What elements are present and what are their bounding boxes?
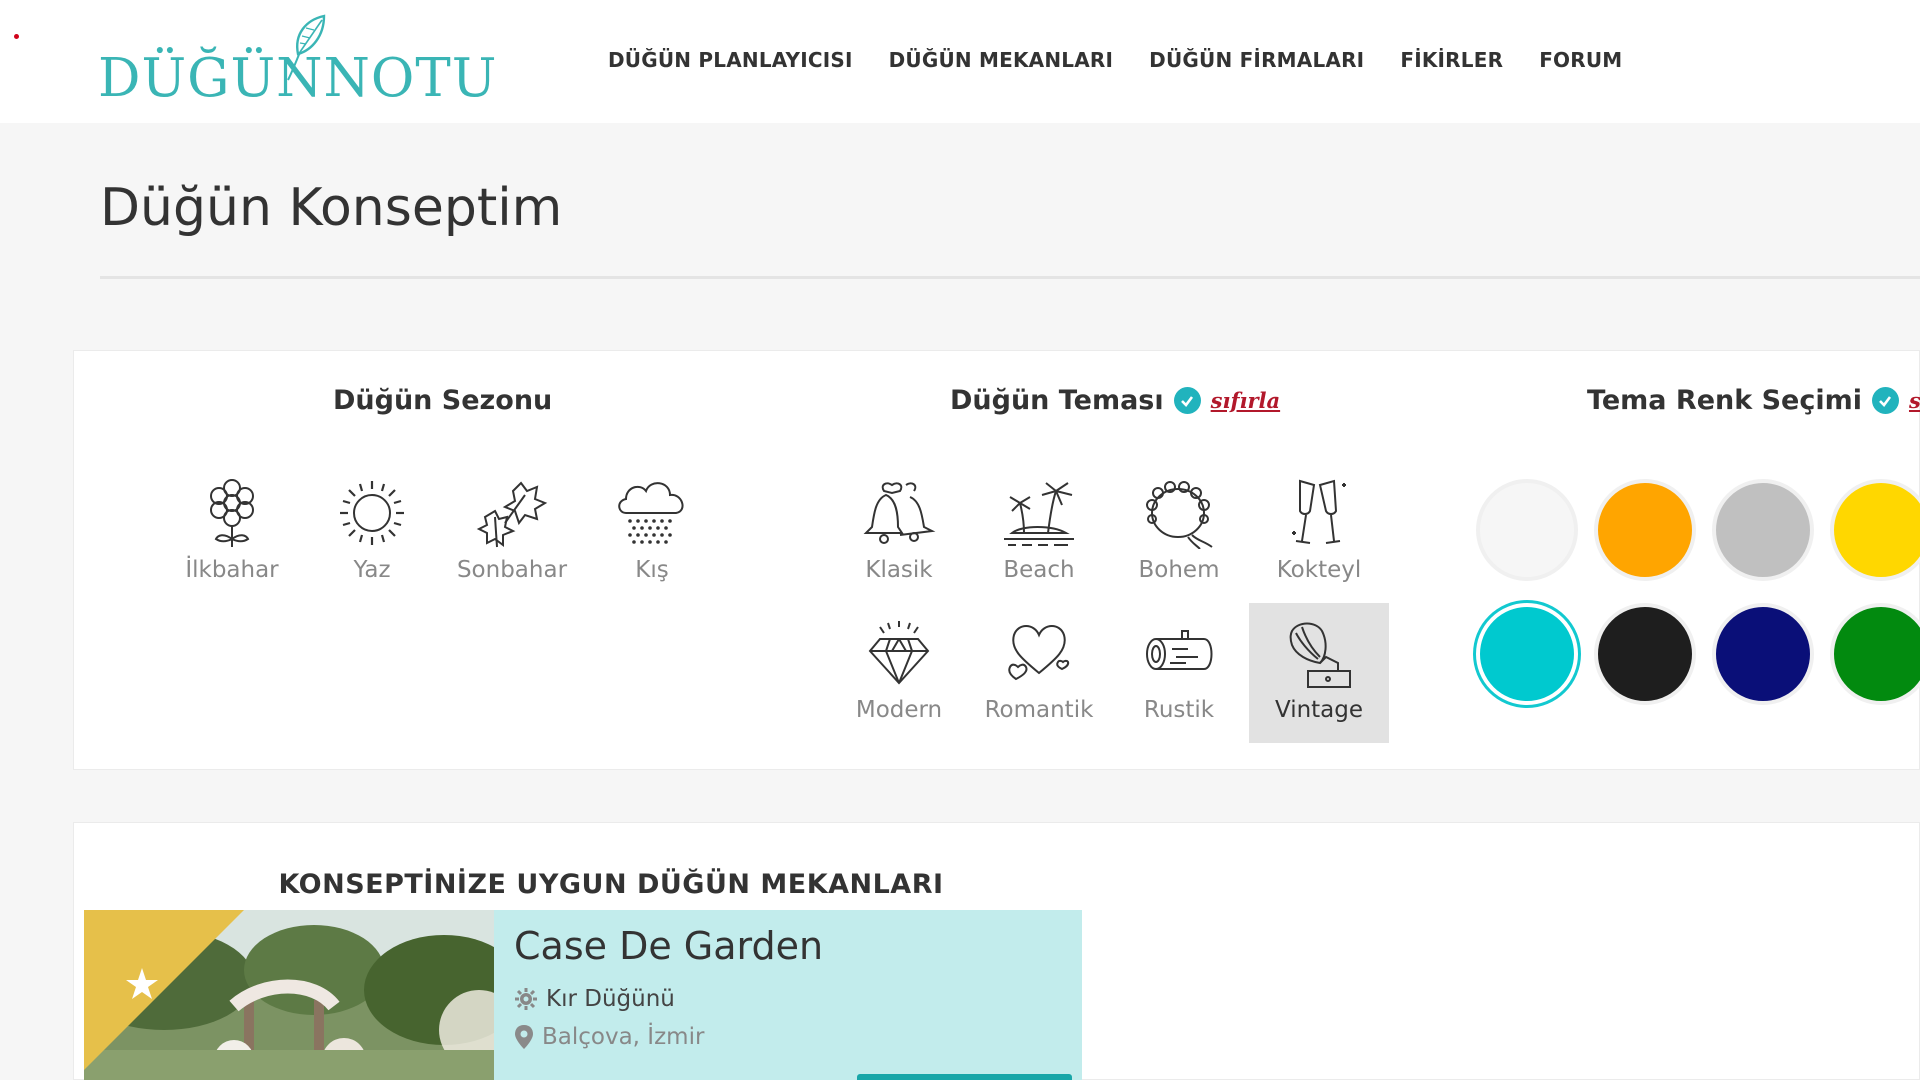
color-swatch-yellow[interactable]: [1830, 479, 1920, 581]
bells-icon: [863, 482, 936, 544]
theme-option-rustik[interactable]: Rustik: [1109, 609, 1249, 749]
season-title: Düğün Sezonu: [333, 385, 553, 416]
palm-island-icon: [1004, 482, 1074, 546]
gear-icon: [515, 988, 537, 1010]
flower-crown-icon: [1146, 481, 1213, 549]
season-label-summer: Yaz: [353, 557, 391, 583]
venue-location: Balçova, İzmir: [542, 1024, 705, 1050]
top-header: DÜĞÜNNOTU DÜĞÜN PLANLAYICISI DÜĞÜN MEKAN…: [0, 0, 1920, 123]
nav-wedding-vendors[interactable]: DÜĞÜN FİRMALARI: [1149, 48, 1364, 72]
flower-icon: [210, 479, 254, 547]
diamond-icon: [868, 621, 930, 685]
theme-label-kokteyl: Kokteyl: [1276, 557, 1362, 583]
logo-part-1: DÜĞÜN: [98, 48, 324, 109]
main-nav: DÜĞÜN PLANLAYICISI DÜĞÜN MEKANLARI DÜĞÜN…: [608, 48, 1658, 72]
check-icon: [1173, 387, 1201, 414]
theme-label-rustik: Rustik: [1143, 697, 1215, 723]
season-label-autumn: Sonbahar: [456, 557, 568, 583]
season-option-winter[interactable]: Kış: [582, 469, 722, 609]
indicator-dot: [14, 34, 19, 39]
snow-cloud-icon: [618, 482, 684, 544]
theme-option-modern[interactable]: Modern: [829, 609, 969, 749]
theme-label-beach: Beach: [1003, 557, 1075, 583]
page-title: Düğün Konseptim: [100, 178, 563, 238]
nav-wedding-venues[interactable]: DÜĞÜN MEKANLARI: [889, 48, 1114, 72]
color-swatch-orange[interactable]: [1594, 479, 1696, 581]
color-swatch-navy[interactable]: [1712, 603, 1814, 705]
venue-card[interactable]: Case De Garden Kır Düğünü Balçova, İzmir: [84, 910, 1082, 1080]
theme-option-klasik[interactable]: Klasik: [829, 469, 969, 609]
theme-option-vintage[interactable]: Vintage: [1249, 603, 1389, 743]
theme-option-kokteyl[interactable]: Kokteyl: [1249, 469, 1389, 609]
title-divider: [100, 276, 1920, 279]
gramophone-icon: [1289, 622, 1351, 688]
theme-reset-link[interactable]: sıfırla: [1211, 388, 1280, 413]
theme-option-beach[interactable]: Beach: [969, 469, 1109, 609]
venue-action-button[interactable]: [857, 1074, 1072, 1080]
theme-option-bohem[interactable]: Bohem: [1109, 469, 1249, 609]
color-swatch-black[interactable]: [1594, 603, 1696, 705]
venue-garden-image: [84, 910, 494, 1080]
color-swatch-green[interactable]: [1830, 603, 1920, 705]
sun-icon: [340, 481, 404, 545]
check-icon: [1871, 387, 1899, 414]
season-label-spring: İlkbahar: [185, 557, 279, 583]
log-icon: [1146, 630, 1213, 670]
color-reset-link[interactable]: s: [1909, 388, 1920, 413]
color-title: Tema Renk Seçimi: [1587, 385, 1862, 416]
color-swatch-turquoise[interactable]: [1476, 603, 1578, 705]
season-option-summer[interactable]: Yaz: [302, 469, 442, 609]
color-section-title: Tema Renk Seçimi s: [1587, 385, 1920, 416]
theme-label-modern: Modern: [855, 697, 943, 723]
logo-wordmark: DÜĞÜNNOTU: [98, 52, 497, 105]
theme-section-title: Düğün Teması sıfırla: [950, 385, 1280, 416]
venue-type: Kır Düğünü: [546, 986, 675, 1012]
autumn-leaves-icon: [476, 481, 548, 548]
color-swatch-white[interactable]: [1476, 479, 1578, 581]
logo-part-2: NOTU: [323, 48, 498, 109]
venue-name[interactable]: Case De Garden: [514, 924, 823, 968]
hearts-icon: [1008, 625, 1070, 681]
season-section-title: Düğün Sezonu: [333, 385, 552, 416]
theme-label-bohem: Bohem: [1138, 557, 1220, 583]
venue-location-row: Balçova, İzmir: [514, 1024, 704, 1050]
nav-ideas[interactable]: FİKİRLER: [1400, 48, 1503, 72]
color-swatch-silver[interactable]: [1712, 479, 1814, 581]
nav-wedding-planner[interactable]: DÜĞÜN PLANLAYICISI: [608, 48, 853, 72]
venue-photo[interactable]: [84, 910, 494, 1080]
venue-type-row: Kır Düğünü: [514, 986, 675, 1012]
theme-label-klasik: Klasik: [865, 557, 933, 583]
venues-title: KONSEPTİNİZE UYGUN DÜĞÜN MEKANLARI: [278, 869, 944, 900]
theme-label-vintage: Vintage: [1274, 697, 1364, 723]
season-option-spring[interactable]: İlkbahar: [162, 469, 302, 609]
map-pin-icon: [515, 1025, 533, 1049]
champagne-glasses-icon: [1292, 479, 1346, 544]
nav-forum[interactable]: FORUM: [1539, 48, 1622, 72]
theme-label-romantik: Romantik: [984, 697, 1094, 723]
season-label-winter: Kış: [635, 557, 669, 583]
theme-title: Düğün Teması: [950, 385, 1164, 416]
season-option-autumn[interactable]: Sonbahar: [442, 469, 582, 609]
theme-option-romantik[interactable]: Romantik: [969, 609, 1109, 749]
concept-card: Düğün Sezonu İlkbahar Yaz Sonbahar Kış D…: [73, 350, 1920, 770]
venues-card: KONSEPTİNİZE UYGUN DÜĞÜN MEKANLARI Case …: [73, 822, 1920, 1080]
